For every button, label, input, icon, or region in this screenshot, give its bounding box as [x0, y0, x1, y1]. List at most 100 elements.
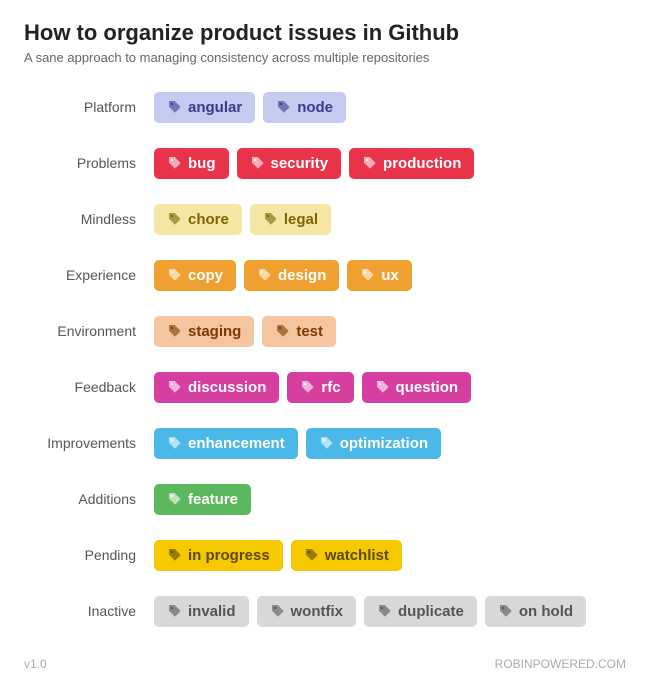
tag-text: invalid — [188, 603, 236, 620]
tag-text: wontfix — [291, 603, 344, 620]
row-label-4: Environment — [24, 323, 154, 339]
tag-on-hold[interactable]: on hold — [485, 596, 586, 627]
tag-label-icon — [300, 379, 316, 395]
tag-production[interactable]: production — [349, 148, 474, 179]
tag-label-icon — [319, 435, 335, 451]
tag-text: design — [278, 267, 326, 284]
row-platform: Platform angular node — [24, 85, 626, 129]
tag-label-icon — [275, 323, 291, 339]
tag-label-icon — [167, 99, 183, 115]
row-label-6: Improvements — [24, 435, 154, 451]
tag-label-icon — [360, 267, 376, 283]
tag-in-progress[interactable]: in progress — [154, 540, 283, 571]
tag-label-icon — [498, 603, 514, 619]
row-label-3: Experience — [24, 267, 154, 283]
tag-label-icon — [167, 435, 183, 451]
tag-text: duplicate — [398, 603, 464, 620]
tag-question[interactable]: question — [362, 372, 472, 403]
tag-text: test — [296, 323, 323, 340]
brand-label: ROBINPOWERED.COM — [495, 657, 626, 671]
tag-text: bug — [188, 155, 216, 172]
tag-label-icon — [167, 379, 183, 395]
tags-2: chore legal — [154, 204, 331, 235]
tag-text: question — [396, 379, 459, 396]
tag-text: feature — [188, 491, 238, 508]
row-additions: Additions feature — [24, 477, 626, 521]
tag-label-icon — [276, 99, 292, 115]
tag-test[interactable]: test — [262, 316, 336, 347]
rows-container: Platform angular node Problems bug securi… — [24, 85, 626, 633]
tag-text: rfc — [321, 379, 340, 396]
tag-label-icon — [167, 267, 183, 283]
tag-enhancement[interactable]: enhancement — [154, 428, 298, 459]
tag-text: security — [271, 155, 329, 172]
tag-text: enhancement — [188, 435, 285, 452]
tag-label-icon — [257, 267, 273, 283]
tag-label-icon — [167, 211, 183, 227]
row-inactive: Inactive invalid wontfix duplicate on ho… — [24, 589, 626, 633]
tags-3: copy design ux — [154, 260, 412, 291]
tags-0: angular node — [154, 92, 346, 123]
tag-text: node — [297, 99, 333, 116]
tags-5: discussion rfc question — [154, 372, 471, 403]
tag-text: angular — [188, 99, 242, 116]
tag-text: discussion — [188, 379, 266, 396]
tags-9: invalid wontfix duplicate on hold — [154, 596, 586, 627]
tag-label-icon — [304, 547, 320, 563]
tag-design[interactable]: design — [244, 260, 339, 291]
tag-label-icon — [375, 379, 391, 395]
row-label-0: Platform — [24, 99, 154, 115]
tag-wontfix[interactable]: wontfix — [257, 596, 357, 627]
tags-8: in progress watchlist — [154, 540, 402, 571]
tag-ux[interactable]: ux — [347, 260, 412, 291]
row-label-1: Problems — [24, 155, 154, 171]
row-pending: Pending in progress watchlist — [24, 533, 626, 577]
tag-optimization[interactable]: optimization — [306, 428, 441, 459]
tag-watchlist[interactable]: watchlist — [291, 540, 402, 571]
tag-text: optimization — [340, 435, 428, 452]
tag-text: watchlist — [325, 547, 389, 564]
row-label-8: Pending — [24, 547, 154, 563]
page-title: How to organize product issues in Github — [24, 20, 626, 46]
row-improvements: Improvements enhancement optimization — [24, 421, 626, 465]
row-problems: Problems bug security production — [24, 141, 626, 185]
row-environment: Environment staging test — [24, 309, 626, 353]
tag-discussion[interactable]: discussion — [154, 372, 279, 403]
footer: v1.0 ROBINPOWERED.COM — [24, 651, 626, 671]
tag-label-icon — [167, 155, 183, 171]
tag-duplicate[interactable]: duplicate — [364, 596, 477, 627]
row-mindless: Mindless chore legal — [24, 197, 626, 241]
tag-label-icon — [263, 211, 279, 227]
tag-angular[interactable]: angular — [154, 92, 255, 123]
tags-4: staging test — [154, 316, 336, 347]
tag-bug[interactable]: bug — [154, 148, 229, 179]
tag-text: on hold — [519, 603, 573, 620]
tag-label-icon — [167, 491, 183, 507]
tag-label-icon — [167, 603, 183, 619]
tag-staging[interactable]: staging — [154, 316, 254, 347]
tag-invalid[interactable]: invalid — [154, 596, 249, 627]
header: How to organize product issues in Github… — [24, 20, 626, 65]
tag-legal[interactable]: legal — [250, 204, 331, 235]
page-subtitle: A sane approach to managing consistency … — [24, 50, 626, 65]
row-label-9: Inactive — [24, 603, 154, 619]
tag-text: in progress — [188, 547, 270, 564]
tags-6: enhancement optimization — [154, 428, 441, 459]
tag-text: chore — [188, 211, 229, 228]
row-experience: Experience copy design ux — [24, 253, 626, 297]
tag-text: staging — [188, 323, 241, 340]
tag-copy[interactable]: copy — [154, 260, 236, 291]
tag-label-icon — [270, 603, 286, 619]
version-label: v1.0 — [24, 657, 47, 671]
tag-security[interactable]: security — [237, 148, 342, 179]
tag-feature[interactable]: feature — [154, 484, 251, 515]
tag-chore[interactable]: chore — [154, 204, 242, 235]
row-label-7: Additions — [24, 491, 154, 507]
tags-1: bug security production — [154, 148, 474, 179]
row-label-5: Feedback — [24, 379, 154, 395]
tag-text: copy — [188, 267, 223, 284]
tag-rfc[interactable]: rfc — [287, 372, 353, 403]
row-label-2: Mindless — [24, 211, 154, 227]
tag-label-icon — [377, 603, 393, 619]
tag-node[interactable]: node — [263, 92, 346, 123]
